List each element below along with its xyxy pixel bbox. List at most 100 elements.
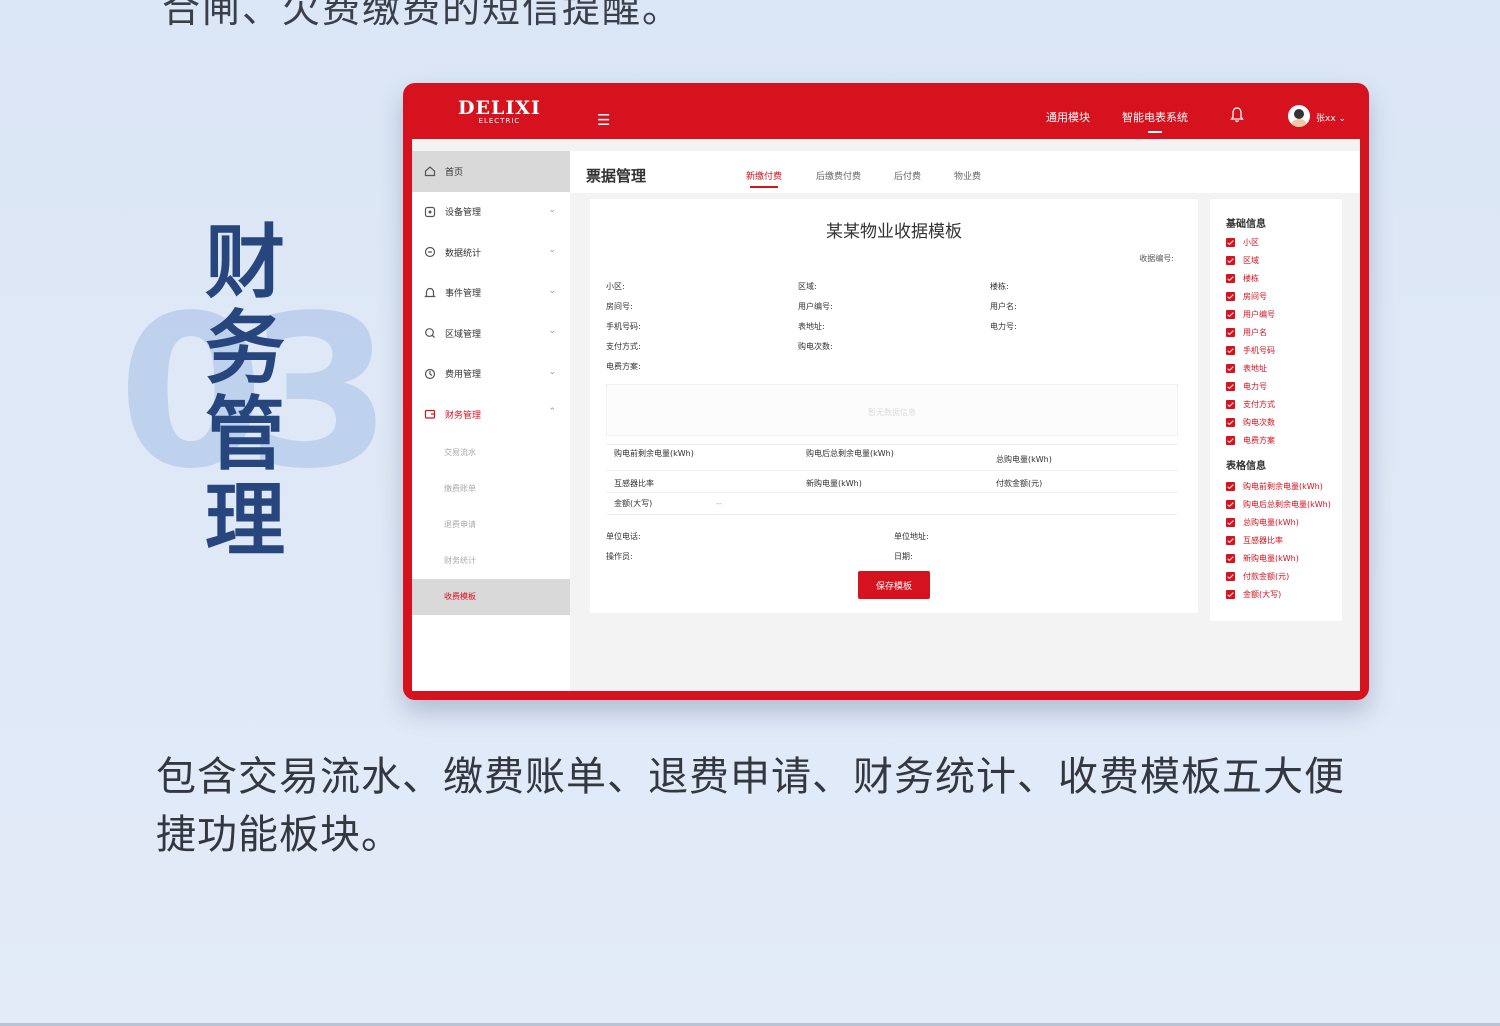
checkbox-checked-icon[interactable] — [1226, 482, 1235, 491]
checkbox-checked-icon[interactable] — [1226, 382, 1235, 391]
sidebar-subitem-bills[interactable]: 缴费账单 — [412, 471, 570, 507]
checkbox-checked-icon[interactable] — [1226, 518, 1235, 527]
field-room-no: 房间号: — [606, 302, 633, 311]
checkbox-checked-icon[interactable] — [1226, 536, 1235, 545]
sidebar-item-fee[interactable]: 费用管理 ⌄ — [412, 354, 570, 395]
sidebar-subitem-fee-template[interactable]: 收费模板 — [412, 578, 570, 615]
sidebar-item-label: 区域管理 — [445, 329, 482, 340]
checkbox-checked-icon[interactable] — [1226, 274, 1235, 283]
field-options-panel: 基础信息 小区区域楼栋房间号用户编号用户名手机号码表地址电力号支付方式购电次数电… — [1210, 199, 1342, 621]
checkbox-checked-icon[interactable] — [1226, 500, 1235, 509]
basic-checkbox-item[interactable]: 用户编号 — [1226, 309, 1275, 320]
table-checkbox-item[interactable]: 互感器比率 — [1226, 535, 1283, 546]
sidebar-item-stats[interactable]: 数据统计 ⌄ — [412, 232, 570, 273]
basic-info-title: 基础信息 — [1226, 219, 1266, 230]
checkbox-label: 手机号码 — [1243, 346, 1275, 355]
field-unit-address: 单位地址: — [894, 532, 929, 541]
page-title: 票据管理 — [586, 167, 647, 185]
checkbox-checked-icon[interactable] — [1226, 572, 1235, 581]
table-checkbox-item[interactable]: 付款金额(元) — [1226, 571, 1289, 582]
intro-text-fragment: 合闸、欠费缴费的短信提醒。 — [162, 0, 683, 31]
table-cell: 新购电量(kWh) — [806, 479, 862, 488]
area-icon — [425, 328, 435, 339]
sidebar-item-device[interactable]: 设备管理 ⌄ — [412, 192, 570, 233]
basic-checkbox-item[interactable]: 支付方式 — [1226, 399, 1275, 410]
checkbox-checked-icon[interactable] — [1226, 328, 1235, 337]
tab-new-prepaid[interactable]: 新缴付费 — [746, 169, 782, 188]
table-header-cell: 总购电量(kWh) — [996, 455, 1052, 464]
basic-checkbox-item[interactable]: 小区 — [1226, 237, 1259, 248]
chevron-down-icon: ⌄ — [548, 326, 556, 336]
top-link-smart-meter[interactable]: 智能电表系统 — [1122, 109, 1188, 133]
checkbox-label: 楼栋 — [1243, 274, 1259, 283]
sidebar-item-label: 事件管理 — [445, 289, 482, 300]
sidebar: 首页 设备管理 ⌄ 数据统计 ⌄ 事件管理 ⌄ 区域管理 ⌄ 费用管理 ⌄ 财务… — [412, 151, 570, 691]
sidebar-item-label: 费用管理 — [445, 370, 482, 381]
table-row: 购电前剩余电量(kWh) 购电后总剩余电量(kWh) 总购电量(kWh) — [606, 445, 1178, 471]
table-cell: -- — [716, 499, 722, 508]
basic-checkbox-item[interactable]: 区域 — [1226, 255, 1259, 266]
basic-checkbox-item[interactable]: 用户名 — [1226, 327, 1267, 338]
checkbox-checked-icon[interactable] — [1226, 590, 1235, 599]
basic-checkbox-item[interactable]: 表地址 — [1226, 363, 1267, 374]
checkbox-checked-icon[interactable] — [1226, 400, 1235, 409]
tab-post-prepaid[interactable]: 后缴费付费 — [816, 169, 861, 182]
table-header-cell: 购电前剩余电量(kWh) — [614, 449, 694, 458]
sidebar-item-home[interactable]: 首页 — [412, 151, 570, 192]
placeholder-text: 暂无数据信息 — [868, 408, 916, 417]
basic-checkbox-item[interactable]: 购电次数 — [1226, 417, 1275, 428]
user-avatar[interactable] — [1288, 105, 1310, 127]
basic-checkbox-item[interactable]: 房间号 — [1226, 291, 1267, 302]
brand-logo[interactable]: DELIXI ELECTRIC — [458, 99, 541, 126]
tab-postpaid[interactable]: 后付费 — [894, 169, 921, 182]
save-template-button[interactable]: 保存模板 — [858, 571, 930, 599]
table-checkbox-item[interactable]: 购电后总剩余电量(kWh) — [1226, 499, 1331, 510]
sidebar-subitem-refunds[interactable]: 退费申请 — [412, 507, 570, 543]
checkbox-checked-icon[interactable] — [1226, 346, 1235, 355]
table-row: 金额(大写) -- — [606, 493, 1178, 515]
checkbox-checked-icon[interactable] — [1226, 418, 1235, 427]
chevron-down-icon: ⌄ — [548, 245, 556, 255]
table-cell: 互感器比率 — [614, 479, 654, 488]
sidebar-subitem-transactions[interactable]: 交易流水 — [412, 435, 570, 471]
top-link-general[interactable]: 通用模块 — [1046, 109, 1090, 125]
chevron-up-icon: ⌃ — [548, 407, 556, 417]
sidebar-item-finance[interactable]: 财务管理 ⌃ — [412, 394, 570, 435]
checkbox-checked-icon[interactable] — [1226, 238, 1235, 247]
checkbox-label: 购电次数 — [1243, 418, 1275, 427]
sidebar-item-area[interactable]: 区域管理 ⌄ — [412, 313, 570, 354]
checkbox-checked-icon[interactable] — [1226, 256, 1235, 265]
table-checkbox-item[interactable]: 购电前剩余电量(kWh) — [1226, 481, 1323, 492]
page-header: 票据管理 新缴付费 后缴费付费 后付费 物业费 — [570, 151, 1360, 193]
checkbox-checked-icon[interactable] — [1226, 310, 1235, 319]
basic-checkbox-item[interactable]: 电费方案 — [1226, 435, 1275, 446]
table-checkbox-item[interactable]: 金额(大写) — [1226, 589, 1281, 600]
checkbox-label: 用户名 — [1243, 328, 1267, 337]
tab-property-fee[interactable]: 物业费 — [954, 169, 981, 182]
checkbox-checked-icon[interactable] — [1226, 364, 1235, 373]
basic-checkbox-item[interactable]: 楼栋 — [1226, 273, 1259, 284]
basic-checkbox-item[interactable]: 电力号 — [1226, 381, 1267, 392]
field-user-no: 用户编号: — [798, 302, 833, 311]
checkbox-checked-icon[interactable] — [1226, 292, 1235, 301]
checkbox-label: 支付方式 — [1243, 400, 1275, 409]
checkbox-label: 总购电量(kWh) — [1243, 518, 1299, 527]
bell-icon[interactable] — [1230, 107, 1244, 123]
sidebar-item-event[interactable]: 事件管理 ⌄ — [412, 273, 570, 314]
sidebar-item-label: 首页 — [445, 167, 464, 178]
user-menu[interactable]: 张xx ⌄ — [1316, 111, 1346, 124]
stats-icon — [424, 247, 436, 258]
basic-checkbox-item[interactable]: 手机号码 — [1226, 345, 1275, 356]
chevron-down-icon: ⌄ — [548, 204, 556, 215]
table-row: 互感器比率 新购电量(kWh) 付款金额(元) — [606, 471, 1178, 493]
hamburger-menu-icon[interactable]: ☰ — [597, 111, 610, 129]
finance-icon — [424, 410, 436, 419]
field-region: 区域: — [798, 282, 817, 291]
sidebar-subitem-finance-stats[interactable]: 财务统计 — [412, 543, 570, 579]
table-checkbox-item[interactable]: 总购电量(kWh) — [1226, 517, 1299, 528]
checkbox-checked-icon[interactable] — [1226, 436, 1235, 445]
checkbox-label: 新购电量(kWh) — [1243, 554, 1299, 563]
checkbox-checked-icon[interactable] — [1226, 554, 1235, 563]
home-icon — [424, 166, 436, 177]
table-checkbox-item[interactable]: 新购电量(kWh) — [1226, 553, 1299, 564]
